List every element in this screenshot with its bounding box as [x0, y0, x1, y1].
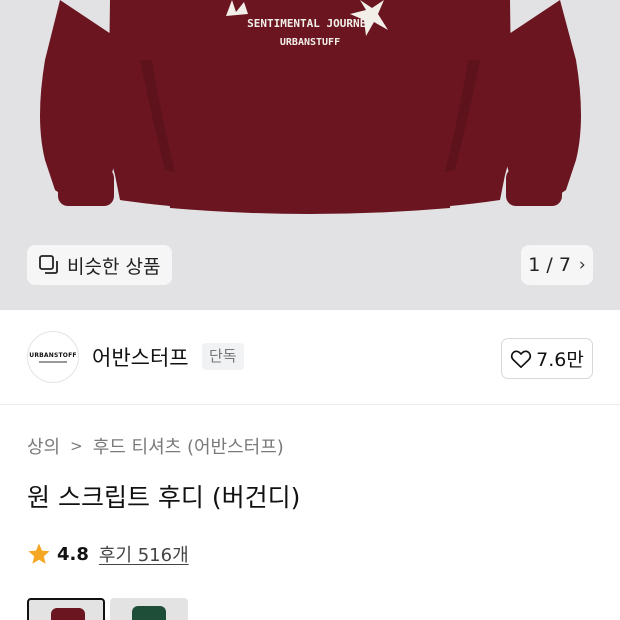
- color-option-green[interactable]: [110, 598, 188, 620]
- color-swatch: [51, 608, 85, 620]
- heart-icon: [510, 349, 532, 368]
- rating-row: 4.8 후기 516개: [27, 541, 189, 567]
- brand-logo-text: URBANSTOFF: [29, 351, 77, 359]
- like-button[interactable]: 7.6만: [501, 338, 593, 379]
- hoodie-hem: [168, 170, 452, 214]
- brand-name[interactable]: 어반스터프: [92, 342, 189, 372]
- color-option-burgundy[interactable]: [27, 598, 105, 620]
- chevron-right-icon: >: [70, 437, 83, 455]
- reviews-link[interactable]: 후기 516개: [99, 541, 189, 567]
- image-pager-button[interactable]: 1 / 7 ›: [521, 245, 593, 285]
- breadcrumb-item-category[interactable]: 상의: [27, 433, 60, 459]
- breadcrumb-item-subcategory[interactable]: 후드 티셔츠 (어반스터프): [93, 433, 284, 459]
- like-count: 7.6만: [536, 349, 584, 371]
- color-swatch: [132, 606, 166, 620]
- exclusive-badge: 단독: [202, 343, 244, 370]
- product-title: 원 스크립트 후디 (버건디): [27, 483, 301, 512]
- hoodie-left-cuff: [58, 168, 114, 206]
- product-image-area[interactable]: SENTIMENTAL JOURNEY URBANSTUFF 비슷한 상품 1 …: [0, 0, 620, 310]
- hoodie-right-cuff: [506, 168, 562, 206]
- image-pager-label: 1 / 7: [528, 254, 571, 276]
- brand-logo-underline: [39, 360, 67, 363]
- similar-products-label: 비슷한 상품: [67, 255, 161, 278]
- breadcrumb: 상의 > 후드 티셔츠 (어반스터프): [27, 433, 284, 459]
- print-line-1: SENTIMENTAL JOURNEY: [247, 17, 373, 30]
- similar-products-button[interactable]: 비슷한 상품: [27, 245, 173, 285]
- print-line-2: URBANSTUFF: [280, 37, 340, 48]
- rating-score: 4.8: [57, 543, 89, 565]
- chevron-right-icon: ›: [578, 255, 586, 275]
- brand-logo[interactable]: URBANSTOFF: [27, 331, 79, 383]
- similar-products-icon: [39, 255, 58, 274]
- star-icon: [28, 543, 50, 564]
- brand-row: URBANSTOFF 어반스터프 단독 7.6만: [0, 310, 620, 405]
